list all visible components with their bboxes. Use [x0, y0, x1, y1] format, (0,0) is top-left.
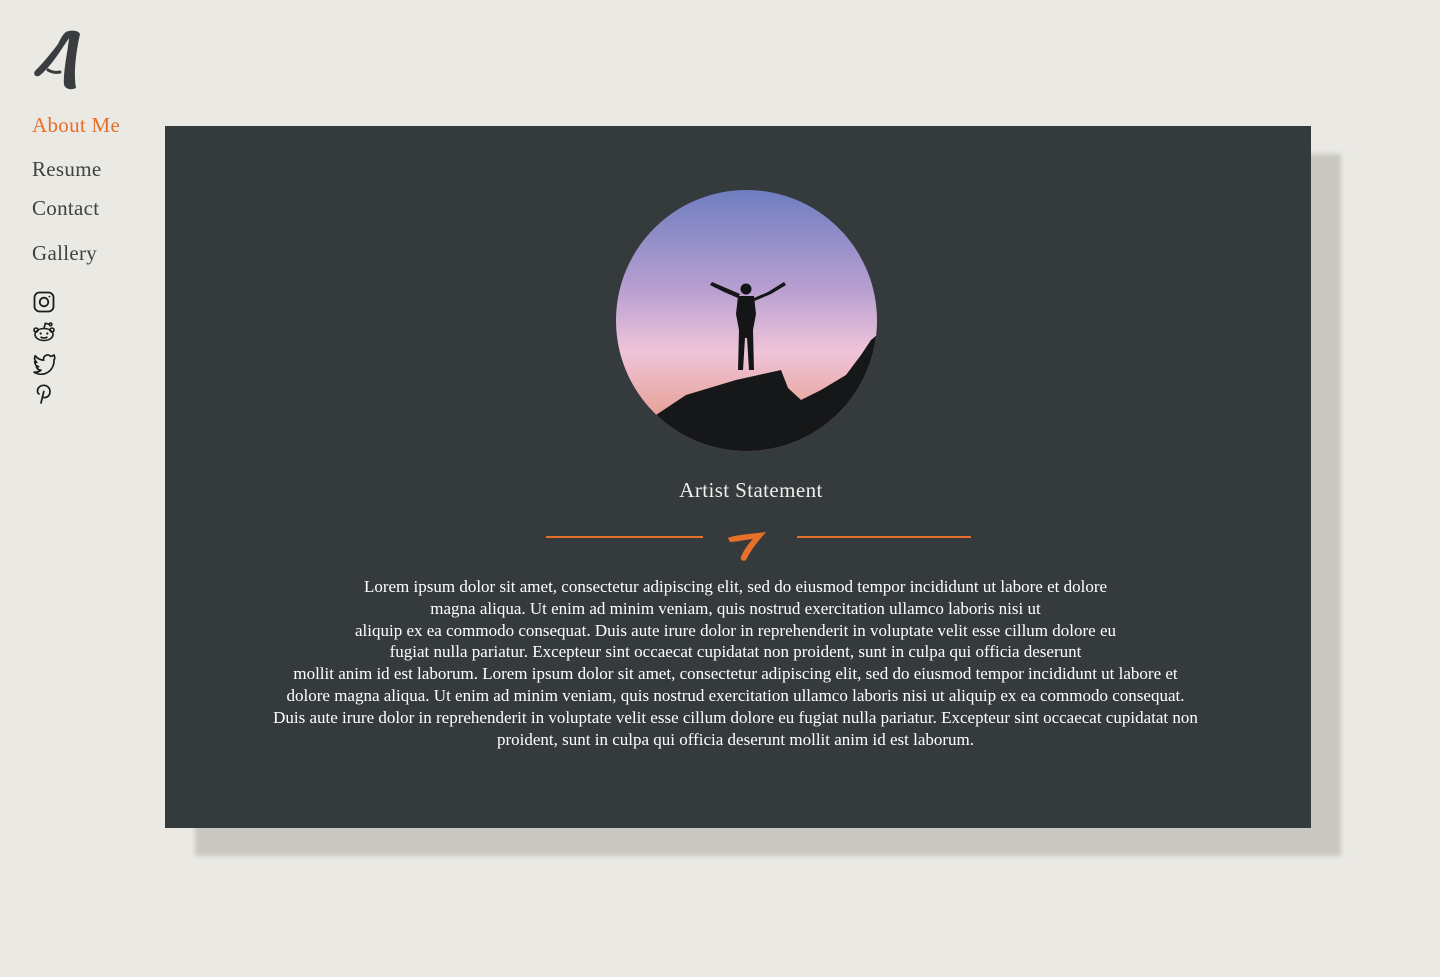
brush-divider-icon [546, 532, 971, 561]
profile-photo [616, 190, 877, 451]
nav-contact[interactable]: Contact [32, 196, 99, 221]
brush-logo-icon[interactable] [30, 28, 86, 92]
about-card: Artist Statement Lorem ipsum dolor sit a… [165, 126, 1311, 828]
nav-resume[interactable]: Resume [32, 157, 101, 182]
pinterest-icon[interactable] [32, 382, 56, 406]
artist-statement-text: Lorem ipsum dolor sit amet, consectetur … [273, 577, 1198, 749]
nav-about-me[interactable]: About Me [32, 113, 120, 138]
nav-gallery[interactable]: Gallery [32, 241, 97, 266]
artist-statement-heading: Artist Statement [679, 478, 823, 502]
instagram-icon[interactable] [32, 290, 56, 314]
twitter-icon[interactable] [32, 351, 56, 375]
reddit-icon[interactable] [32, 320, 56, 344]
